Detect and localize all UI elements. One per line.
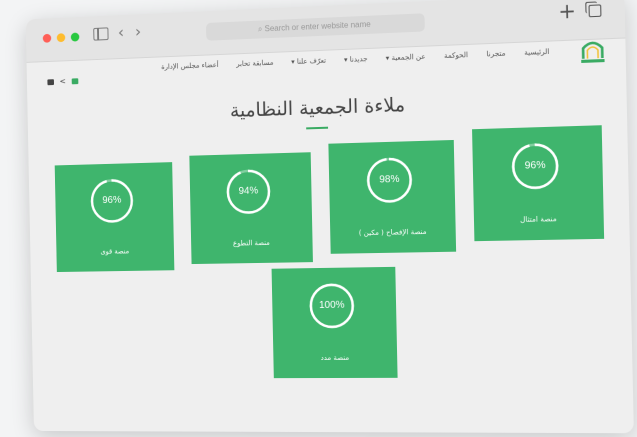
menu-item-about[interactable]: عن الجمعية ▾: [386, 53, 426, 63]
share-icon[interactable]: <: [59, 77, 65, 86]
percent-value: 96%: [524, 159, 546, 172]
new-tab-icon[interactable]: +: [558, 0, 576, 24]
card-madad[interactable]: 100% منصة مدد: [271, 266, 398, 379]
menu-item-board[interactable]: أعضاء مجلس الإدارة: [161, 61, 219, 71]
title-underline: [306, 126, 329, 130]
card-label: منصة التطوع: [232, 238, 270, 248]
menu-item-know-us[interactable]: تعرّف علنا ▾: [291, 57, 326, 66]
menu-item-store[interactable]: متجرنا: [486, 50, 505, 59]
card-imtithal[interactable]: 96% منصة امتثال: [472, 125, 605, 242]
card-label: منصة الإفصاح ( مكين ): [358, 227, 427, 238]
card-volunteering[interactable]: 94% منصة التطوع: [189, 152, 313, 265]
close-window-icon[interactable]: [42, 33, 52, 43]
cards-grid: 96% منصة امتثال 98% منصة الإفصاح ( مكين …: [52, 125, 610, 379]
back-arrow-icon[interactable]: ‹: [118, 23, 124, 42]
card-label: منصة قوى: [100, 247, 130, 256]
percent-value: 96%: [102, 194, 122, 207]
menu-item-competition[interactable]: مسابقة تحابر: [236, 59, 273, 68]
sidebar-toggle-icon[interactable]: [93, 27, 109, 41]
browser-window: ‹ › ⌕ Search or enter website name + الر…: [25, 0, 634, 434]
card-qiwa[interactable]: 96% منصة قوى: [54, 162, 175, 273]
whatsapp-icon[interactable]: [71, 78, 79, 85]
minimize-window-icon[interactable]: [56, 33, 66, 43]
window-controls: [42, 32, 80, 43]
card-makeen[interactable]: 98% منصة الإفصاح ( مكين ): [328, 139, 457, 254]
card-label: منصة امتثال: [519, 215, 557, 224]
percent-value: 98%: [379, 173, 400, 186]
menu-item-news[interactable]: جديدنا ▾: [344, 55, 368, 64]
forward-arrow-icon[interactable]: ›: [135, 22, 141, 41]
address-placeholder: Search or enter website name: [264, 19, 371, 34]
card-label: منصة مدد: [320, 353, 350, 363]
page-title: ملاءة الجمعية النظامية: [229, 93, 406, 122]
menu-item-home[interactable]: الرئيسية: [524, 48, 549, 57]
percent-value: 100%: [318, 299, 345, 312]
tab-overview-icon[interactable]: [588, 4, 602, 18]
address-bar[interactable]: ⌕ Search or enter website name: [205, 13, 425, 41]
email-icon[interactable]: [47, 79, 55, 86]
site-logo[interactable]: [576, 35, 608, 67]
social-icons: <: [47, 77, 79, 86]
menu-item-governance[interactable]: الحوكمة: [444, 51, 468, 60]
percent-value: 94%: [238, 185, 259, 197]
maximize-window-icon[interactable]: [70, 32, 80, 42]
